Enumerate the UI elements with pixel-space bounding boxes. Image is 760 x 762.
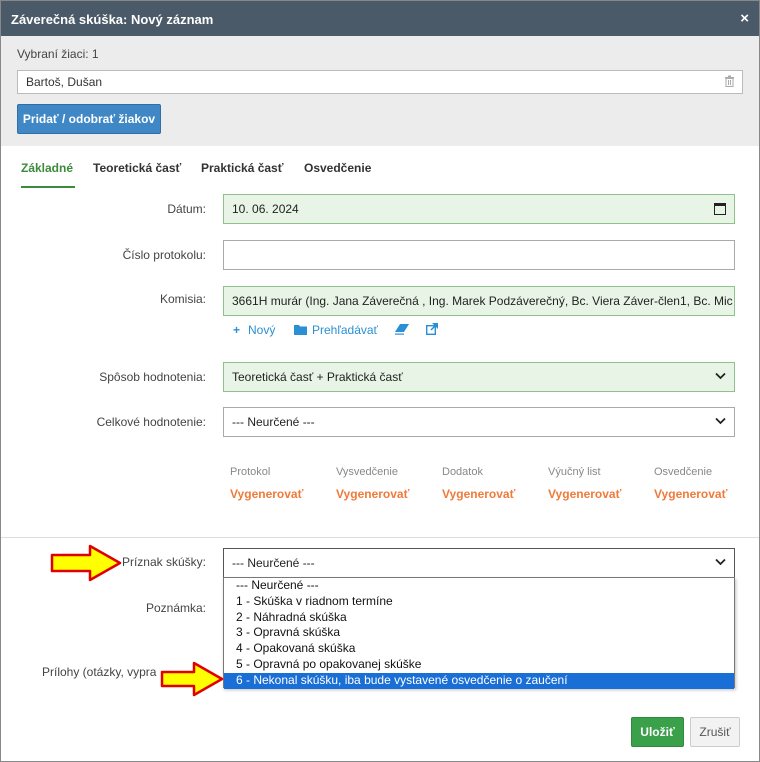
tab-certificate[interactable]: Osvedčenie bbox=[304, 161, 371, 175]
generate-report: Vysvedčenie Vygenerovať bbox=[336, 466, 409, 501]
tab-theory[interactable]: Teoretická časť bbox=[93, 161, 181, 175]
exam-flag-dropdown: --- Neurčené --- 1 - Skúška v riadnom te… bbox=[223, 577, 735, 689]
generate-certificate: Osvedčenie Vygenerovať bbox=[654, 466, 727, 501]
annotation-arrow-icon bbox=[50, 544, 122, 582]
annotation-arrow-icon bbox=[160, 661, 224, 697]
generate-certificate-link[interactable]: Vygenerovať bbox=[654, 487, 727, 501]
dropdown-option-selected[interactable]: 6 - Nekonal skúšku, iba bude vystavené o… bbox=[224, 672, 734, 689]
chevron-down-icon bbox=[715, 369, 726, 383]
chevron-down-icon bbox=[715, 555, 726, 569]
dropdown-option[interactable]: 2 - Náhradná skúška bbox=[224, 610, 734, 626]
overall-evaluation-label: Celkové hodnotenie: bbox=[96, 415, 206, 429]
close-icon[interactable]: × bbox=[740, 10, 749, 27]
overall-evaluation-value: --- Neurčené --- bbox=[232, 415, 315, 429]
external-link-icon[interactable] bbox=[425, 323, 438, 338]
protocol-number-input[interactable] bbox=[223, 240, 735, 270]
generate-apprentice-certificate: Výučný list Vygenerovať bbox=[548, 466, 621, 501]
chevron-down-icon bbox=[715, 414, 726, 428]
cancel-button[interactable]: Zrušiť bbox=[690, 717, 740, 747]
generate-supplement-link[interactable]: Vygenerovať bbox=[442, 487, 515, 501]
new-commission-link[interactable]: Nový bbox=[248, 323, 275, 337]
dropdown-option[interactable]: 4 - Opakovaná skúška bbox=[224, 641, 734, 657]
add-remove-students-button[interactable]: Pridať / odobrať žiakov bbox=[17, 104, 161, 134]
generate-protocol-link[interactable]: Vygenerovať bbox=[230, 487, 303, 501]
generate-header: Vysvedčenie bbox=[336, 466, 398, 478]
dialog-titlebar: Záverečná skúška: Nový záznam × bbox=[1, 1, 759, 36]
folder-icon[interactable] bbox=[294, 324, 307, 338]
generate-header: Výučný list bbox=[548, 466, 601, 478]
exam-flag-select[interactable]: --- Neurčené --- bbox=[223, 548, 735, 578]
evaluation-method-label: Spôsob hodnotenia: bbox=[99, 370, 206, 384]
evaluation-method-value: Teoretická časť + Praktická časť bbox=[232, 370, 403, 384]
commission-input[interactable]: 3661H murár (Ing. Jana Záverečná , Ing. … bbox=[223, 286, 735, 316]
generate-supplement: Dodatok Vygenerovať bbox=[442, 466, 515, 501]
eraser-icon[interactable] bbox=[395, 324, 409, 338]
date-input[interactable]: 10. 06. 2024 bbox=[223, 194, 735, 224]
dropdown-option[interactable]: 1 - Skúška v riadnom termíne bbox=[224, 594, 734, 610]
dropdown-option[interactable]: --- Neurčené --- bbox=[224, 578, 734, 594]
calendar-icon[interactable] bbox=[714, 203, 726, 215]
note-label: Poznámka: bbox=[145, 601, 206, 615]
trash-icon[interactable] bbox=[724, 75, 735, 90]
commission-label: Komisia: bbox=[159, 292, 206, 306]
tab-bar: Základné Teoretická časť Praktická časť … bbox=[1, 146, 759, 190]
dropdown-option[interactable]: 3 - Opravná skúška bbox=[224, 625, 734, 641]
section-divider bbox=[1, 537, 759, 538]
save-button[interactable]: Uložiť bbox=[631, 717, 684, 747]
tab-basic[interactable]: Základné bbox=[21, 161, 73, 175]
generate-header: Dodatok bbox=[442, 466, 483, 478]
date-value: 10. 06. 2024 bbox=[232, 202, 299, 216]
overall-evaluation-select[interactable]: --- Neurčené --- bbox=[223, 407, 735, 437]
browse-commission-link[interactable]: Prehľadávať bbox=[312, 323, 378, 337]
selected-student-field[interactable]: Bartoš, Dušan bbox=[17, 70, 743, 94]
dropdown-option[interactable]: 5 - Opravná po opakovanej skúške bbox=[224, 657, 734, 673]
generate-protocol: Protokol Vygenerovať bbox=[230, 466, 303, 501]
active-tab-indicator bbox=[21, 186, 75, 188]
selected-students-label: Vybraní žiaci: 1 bbox=[17, 47, 99, 61]
student-name: Bartoš, Dušan bbox=[26, 75, 103, 89]
date-label: Dátum: bbox=[167, 202, 206, 216]
generate-header: Osvedčenie bbox=[654, 466, 713, 478]
tab-practical[interactable]: Praktická časť bbox=[201, 161, 283, 175]
generate-apprentice-certificate-link[interactable]: Vygenerovať bbox=[548, 487, 621, 501]
evaluation-method-select[interactable]: Teoretická časť + Praktická časť bbox=[223, 362, 735, 392]
exam-flag-value: --- Neurčené --- bbox=[232, 556, 315, 570]
plus-icon[interactable]: + bbox=[233, 323, 240, 337]
generate-header: Protokol bbox=[230, 466, 271, 478]
generate-report-link[interactable]: Vygenerovať bbox=[336, 487, 409, 501]
dialog-title: Záverečná skúška: Nový záznam bbox=[11, 12, 214, 27]
protocol-number-label: Číslo protokolu: bbox=[122, 248, 206, 262]
